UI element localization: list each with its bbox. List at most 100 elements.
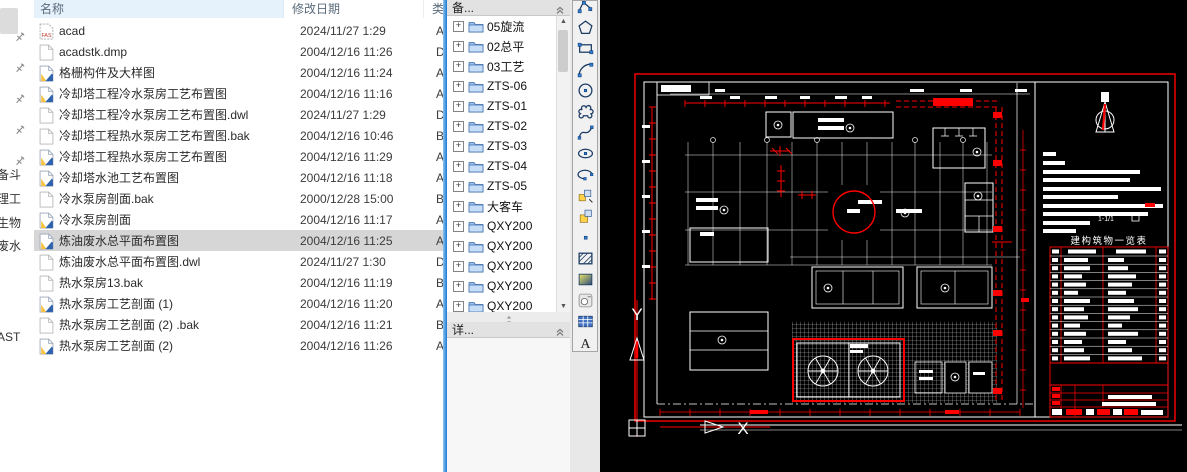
tree-expander-icon[interactable]: +: [453, 100, 464, 112]
tree-item[interactable]: + ZTS-04: [447, 156, 570, 176]
bottom-dimension-chain: [659, 409, 1021, 416]
tree-item[interactable]: + QXY200: [447, 296, 570, 312]
tree-item-label: 大客车: [487, 199, 524, 214]
spline-tool-button[interactable]: [573, 122, 597, 143]
tree-item[interactable]: + QXY200: [447, 216, 570, 236]
folder-icon: [468, 200, 484, 213]
column-header-date-modified[interactable]: 修改日期: [286, 0, 424, 18]
tree-item[interactable]: +02总平: [447, 36, 570, 56]
tree-item[interactable]: + QXY200: [447, 256, 570, 276]
file-row[interactable]: 热水泵房工艺剖面 (2) .bak 2004/12/16 11:21 B: [34, 314, 444, 335]
tree-item-label: ZTS-06: [487, 79, 528, 93]
tree-item-label: ZTS-05: [487, 179, 528, 193]
file-row[interactable]: 冷水泵房剖面 2004/12/16 11:17 A: [34, 209, 444, 230]
pin-icon[interactable]: [14, 61, 26, 73]
file-row[interactable]: 热水泵房工艺剖面 (1) 2004/12/16 11:20 A: [34, 293, 444, 314]
tree-expander-icon[interactable]: +: [453, 40, 464, 52]
pin-icon[interactable]: [14, 30, 26, 42]
pin-icon[interactable]: [14, 123, 26, 135]
collapse-chevron-icon[interactable]: [555, 325, 565, 336]
water-tanks: [811, 266, 993, 309]
tree-item[interactable]: +03工艺: [447, 56, 570, 76]
region-tool-button[interactable]: [573, 290, 597, 311]
tree-item[interactable]: + ZTS-06: [447, 76, 570, 96]
scroll-up-icon[interactable]: ▲: [557, 18, 570, 25]
polygon-tool-button[interactable]: [573, 17, 597, 38]
folder-icon: [468, 120, 484, 133]
file-row[interactable]: acadstk.dmp 2004/12/16 11:26 D: [34, 41, 445, 62]
polyline-tool-button[interactable]: [573, 1, 597, 17]
tree-item[interactable]: + QXY200: [447, 276, 570, 296]
tree-panel-header[interactable]: 备...: [447, 0, 570, 16]
road-lines: [700, 424, 1182, 431]
tree-expander-icon[interactable]: +: [453, 20, 464, 32]
tree-expander-icon[interactable]: +: [453, 120, 464, 132]
tree-expander-icon[interactable]: +: [453, 180, 464, 192]
ellipse-arc-tool-button[interactable]: [573, 164, 597, 185]
hatch-tool-button[interactable]: [573, 248, 597, 269]
file-row[interactable]: 冷却塔工程热水泵房工艺布置图.bak 2004/12/16 10:46 B: [34, 125, 444, 146]
nav-pane-item-label[interactable]: AST: [0, 330, 20, 344]
file-icon: [39, 191, 54, 207]
gradient-tool-button[interactable]: [573, 269, 597, 290]
file-row[interactable]: FAS acad 2024/11/27 1:29 A: [34, 20, 444, 41]
file-row[interactable]: 炼油废水总平面布置图.dwl 2024/11/27 1:30 D: [34, 251, 445, 272]
circle-tool-button[interactable]: [573, 80, 597, 101]
tree-expander-icon[interactable]: +: [453, 280, 464, 292]
autocad-palette-area: 备... +05旋流 +02总平 +03工艺 + ZTS-06 + ZTS-01 + ZTS-0…: [447, 0, 600, 472]
tree-item[interactable]: + QXY200: [447, 236, 570, 256]
spline-icon: [577, 125, 593, 140]
make-block-tool-button[interactable]: [573, 206, 597, 227]
tree-item[interactable]: + 大客车: [447, 196, 570, 216]
column-header-name[interactable]: 名称: [34, 0, 284, 18]
tree-item[interactable]: +05旋流: [447, 16, 570, 36]
scrollbar-thumb[interactable]: [558, 30, 568, 72]
scroll-down-icon[interactable]: ▼: [557, 303, 570, 310]
pin-icon[interactable]: [14, 154, 26, 166]
tree-item[interactable]: + ZTS-05: [447, 176, 570, 196]
tree-expander-icon[interactable]: +: [453, 240, 464, 252]
arc-tool-button[interactable]: [573, 59, 597, 80]
insert-block-tool-button[interactable]: [573, 185, 597, 206]
tree-item[interactable]: + ZTS-01: [447, 96, 570, 116]
file-name: 冷却塔工程热水泵房工艺布置图: [59, 150, 228, 164]
collapse-chevron-icon[interactable]: [555, 3, 565, 14]
column-header-type[interactable]: 类: [426, 0, 443, 18]
file-row[interactable]: 冷水泵房剖面.bak 2000/12/28 15:00 B: [34, 188, 444, 209]
tree-expander-icon[interactable]: +: [453, 140, 464, 152]
nav-pane-item-label[interactable]: 备斗: [0, 166, 21, 183]
tree-expander-icon[interactable]: +: [453, 260, 464, 272]
file-row[interactable]: 冷却塔水池工艺布置图 2004/12/16 11:18 A: [34, 167, 444, 188]
tree-expander-icon[interactable]: +: [453, 160, 464, 172]
nav-pane-item-label[interactable]: 生物: [0, 214, 21, 231]
tree-expander-icon[interactable]: +: [453, 220, 464, 232]
file-row[interactable]: 热水泵房工艺剖面 (2) 2004/12/16 11:26 A: [34, 335, 444, 356]
tree-expander-icon[interactable]: +: [453, 200, 464, 212]
file-row[interactable]: 冷却塔工程冷水泵房工艺布置图 2004/12/16 11:16 A: [34, 83, 444, 104]
file-row[interactable]: 冷却塔工程热水泵房工艺布置图 2004/12/16 11:29 A: [34, 146, 444, 167]
pin-icon[interactable]: [14, 92, 26, 104]
rectangle-tool-button[interactable]: [573, 38, 597, 59]
file-row[interactable]: 冷却塔工程冷水泵房工艺布置图.dwl 2024/11/27 1:29 D: [34, 104, 445, 125]
tree-expander-icon[interactable]: +: [453, 80, 464, 92]
multiline-text-tool-button[interactable]: A: [573, 332, 597, 351]
file-row[interactable]: 热水泵房13.bak 2004/12/16 11:19 B: [34, 272, 444, 293]
explorer-nav-pane[interactable]: 备斗理工生物废水 AST: [0, 0, 35, 472]
point-tool-button[interactable]: [573, 227, 597, 248]
autocad-drawing-canvas[interactable]: Y X 1-1/1 建构筑物一览表: [600, 0, 1187, 472]
tree-item[interactable]: + ZTS-03: [447, 136, 570, 156]
file-row[interactable]: 炼油废水总平面布置图 2004/12/16 11:25 A: [34, 230, 444, 251]
ellipse-tool-button[interactable]: [573, 143, 597, 164]
panel-splitter[interactable]: [447, 312, 570, 325]
details-panel-header[interactable]: 详...: [447, 322, 570, 338]
top-dimension-chain: [670, 89, 1030, 107]
file-row[interactable]: 格栅构件及大样图 2004/12/16 11:24 A: [34, 62, 444, 83]
tree-expander-icon[interactable]: +: [453, 60, 464, 72]
tree-item[interactable]: + ZTS-02: [447, 116, 570, 136]
nav-pane-item-label[interactable]: 废水: [0, 237, 21, 254]
table-tool-button[interactable]: [573, 311, 597, 332]
tree-scrollbar[interactable]: ▲ ▼: [556, 16, 570, 312]
revision-cloud-tool-button[interactable]: [573, 101, 597, 122]
nav-pane-item-label[interactable]: 理工: [0, 190, 21, 207]
tree-expander-icon[interactable]: +: [453, 300, 464, 312]
